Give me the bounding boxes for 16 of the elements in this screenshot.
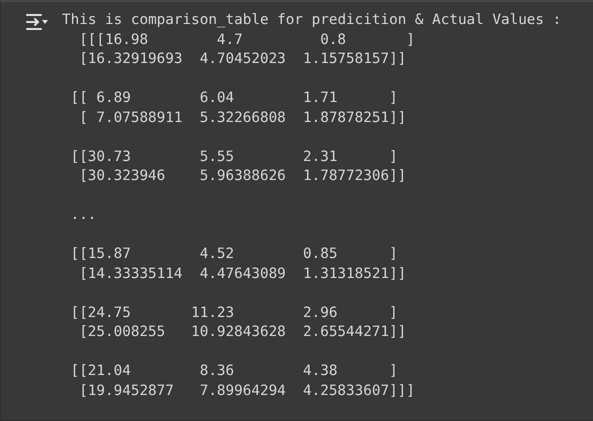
- output-line: [[30.73 5.55 2.31 ]: [70, 148, 398, 166]
- output-line: [[15.87 4.52 0.85 ]: [70, 245, 398, 264]
- output-line: [[[16.98 4.7 0.8 ]: [78, 30, 415, 50]
- output-line: [30.323946 5.96388626 1.78772306]]: [78, 167, 406, 186]
- output-line: ...: [70, 206, 96, 225]
- output-line: [25.008255 10.92843628 2.65544271]]: [78, 323, 406, 342]
- output-toggle-button[interactable]: [24, 12, 50, 32]
- output-line: [[21.04 8.36 4.38 ]: [70, 362, 398, 381]
- output-toggle-icon: [24, 13, 48, 31]
- output-line: [[24.75 11.23 2.96 ]: [70, 304, 398, 322]
- output-line: [14.33335114 4.47643089 1.31318521]]: [78, 264, 406, 284]
- output-line: [16.32919693 4.70452023 1.15758157]]: [78, 50, 406, 69]
- output-line: [19.9452877 7.89964294 4.25833607]]]: [78, 382, 415, 400]
- output-line: [ 7.07588911 5.32266808 1.87878251]]: [78, 108, 406, 128]
- output-header-text: This is comparison_table for predicition & Actual Values :: [62, 11, 562, 30]
- output-line: [[ 6.89 6.04 1.71 ]: [70, 89, 398, 108]
